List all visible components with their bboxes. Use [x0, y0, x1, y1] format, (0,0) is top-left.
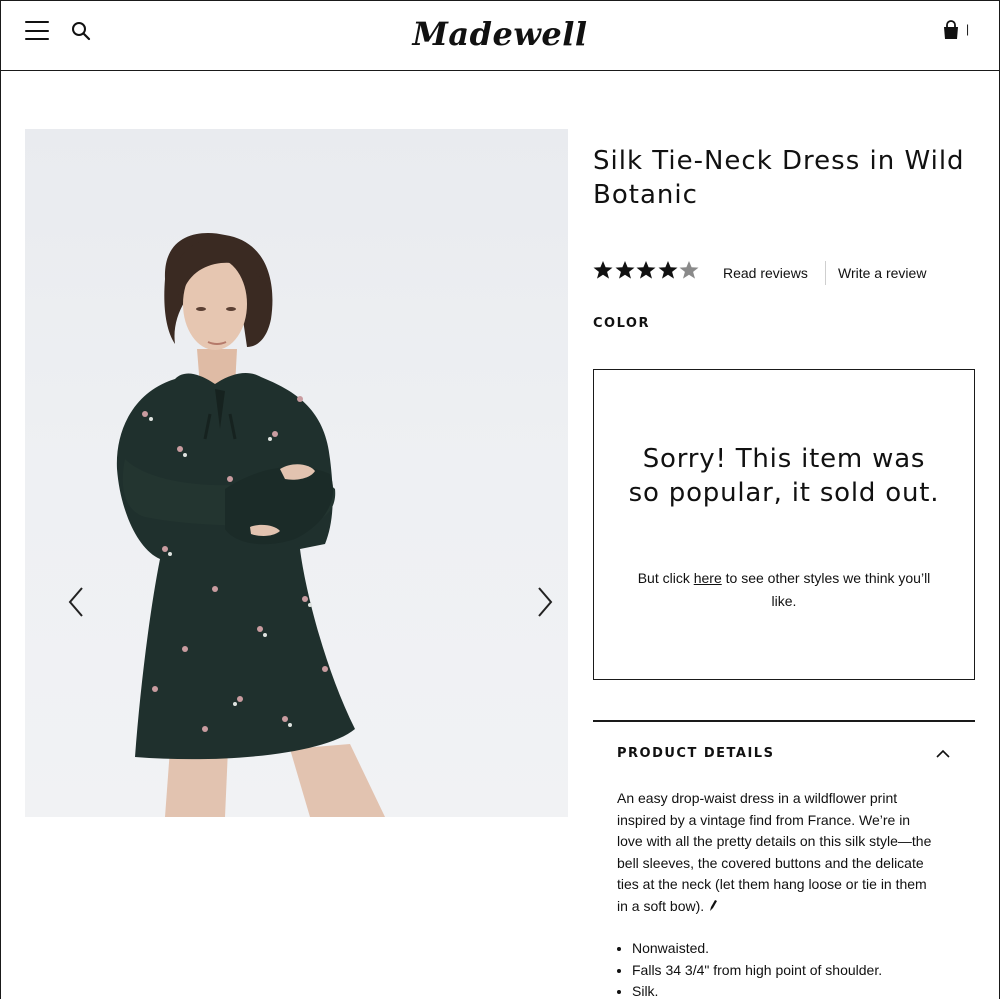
star-filled-icon [636, 261, 656, 279]
chevron-left-icon[interactable] [64, 584, 88, 620]
product-description: An easy drop-waist dress in a wildflower… [617, 788, 932, 918]
details-bullet-item: Nonwaisted. [632, 938, 962, 960]
product-details-list: Nonwaisted. Falls 34 3/4" from high poin… [617, 938, 962, 1003]
details-bullet-item: Falls 34 3/4" from high point of shoulde… [632, 960, 962, 982]
sold-out-subtext-after: to see other styles we think you’ll like… [721, 570, 931, 609]
logo-text: Madewell [412, 15, 588, 53]
shopping-bag-icon[interactable] [942, 20, 960, 40]
sold-out-subtext: But click here to see other styles we th… [634, 567, 934, 613]
chevron-right-icon[interactable] [533, 584, 557, 620]
product-description-text: An easy drop-waist dress in a wildflower… [617, 790, 932, 914]
chevron-up-icon[interactable] [935, 748, 951, 760]
sold-out-message: Sorry! This item was so popular, it sold… [593, 369, 975, 680]
rating-row: Read reviews Write a review [593, 258, 983, 288]
product-details-heading[interactable]: PRODUCT DETAILS [617, 746, 774, 761]
bag-count: | [966, 22, 970, 36]
sold-out-heading: Sorry! This item was so popular, it sold… [628, 444, 940, 508]
product-title: Silk Tie-Neck Dress in Wild Botanic [593, 146, 965, 210]
pencil-icon [710, 899, 718, 911]
read-reviews-link[interactable]: Read reviews [723, 265, 808, 281]
madewell-logo[interactable]: Madewell [400, 6, 600, 62]
star-filled-icon [593, 261, 613, 279]
write-review-link[interactable]: Write a review [838, 265, 926, 281]
star-filled-icon [615, 261, 634, 279]
site-header: Madewell | [0, 0, 1000, 71]
search-icon[interactable] [70, 20, 92, 42]
star-empty-icon [679, 261, 699, 279]
hamburger-menu-icon[interactable] [25, 21, 49, 41]
model-photo [116, 232, 385, 817]
details-divider [593, 720, 975, 722]
product-image[interactable] [25, 129, 568, 817]
other-styles-link[interactable]: here [694, 570, 722, 586]
sold-out-subtext-before: But click [637, 570, 694, 586]
star-filled-icon [658, 261, 677, 279]
reviews-divider [825, 261, 826, 285]
color-label: COLOR [593, 316, 650, 331]
